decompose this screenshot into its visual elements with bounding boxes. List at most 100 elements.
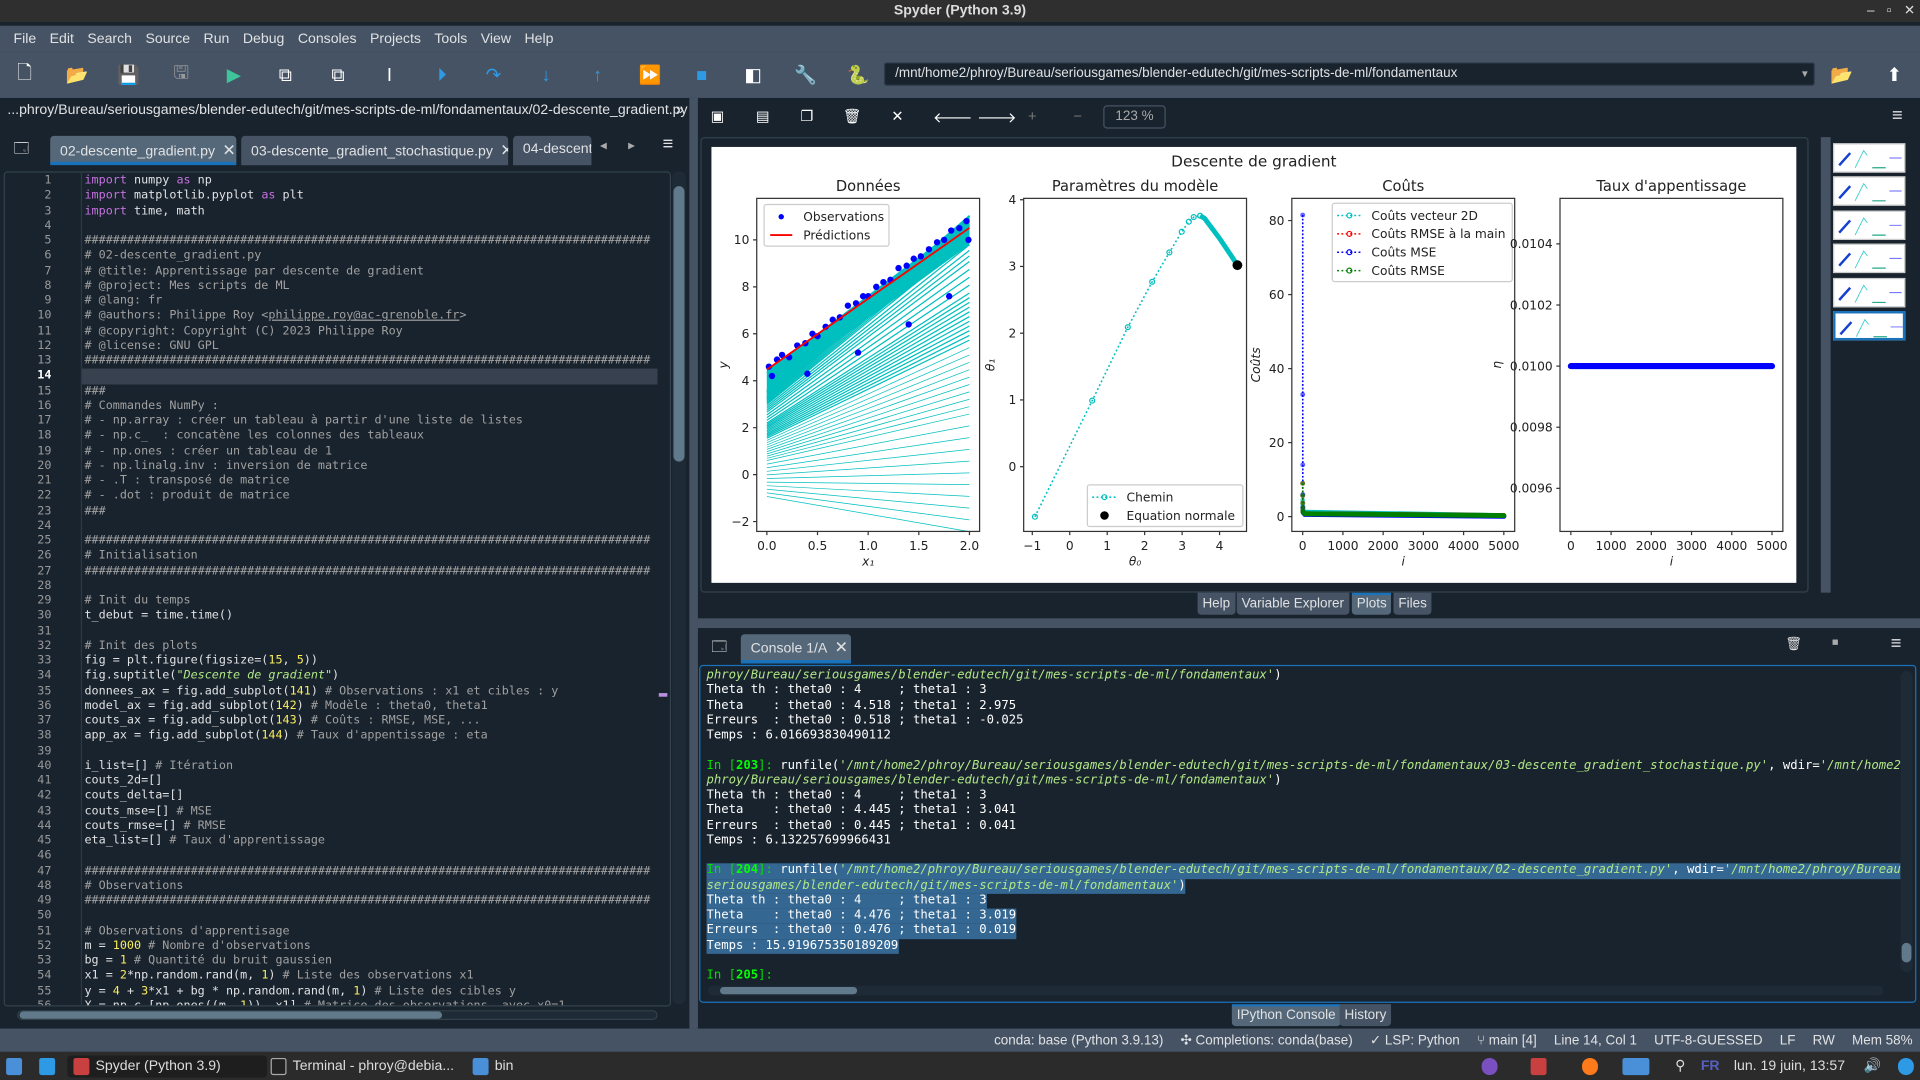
clear-console-icon[interactable]: 🗑 [1785,636,1802,652]
parent-directory-icon[interactable]: ⬆ [1881,61,1908,88]
run-selection-icon[interactable]: I [376,61,403,88]
spyder-launcher[interactable] [39,1056,56,1078]
console-pane-tab-ipython-console[interactable]: IPython Console [1231,1004,1341,1027]
run-cell-icon[interactable]: ⧉ [272,61,299,88]
status-conda-env[interactable]: conda: base (Python 3.9.13) [994,1033,1163,1048]
run-icon[interactable]: ▶ [220,61,247,88]
close-tab-icon[interactable]: ✕ [500,141,508,159]
status-lsp[interactable]: ✓ LSP: Python [1370,1032,1460,1048]
menu-file[interactable]: File [13,31,36,46]
pane-tab-files[interactable]: Files [1393,592,1432,615]
maximize-pane-icon[interactable]: ◧ [740,61,767,88]
menu-projects[interactable]: Projects [370,31,421,46]
menu-run[interactable]: Run [204,31,230,46]
menu-help[interactable]: Help [524,31,553,46]
code-editor[interactable]: 1 2 3 4 5 6 7 8 9 10 11 12 13 14 15 16 17 18 19 20 21 22 23 24 2… [3,171,672,1007]
taskbar-window-bin[interactable]: bin [472,1056,514,1078]
ipython-console-output[interactable]: phroy/Bureau/seriousgames/blender-edutec… [699,664,1917,1003]
editor-tab-04-descente[interactable]: 04-descent [513,135,592,166]
pane-tab-help[interactable]: Help [1197,592,1236,615]
continue-icon[interactable]: ⏩ [637,61,664,88]
editor-options-menu-icon[interactable]: ≡ [662,133,673,154]
tray-network[interactable]: ⚲ [1675,1056,1685,1078]
open-file-icon[interactable]: 📂 [64,61,91,88]
plot-thumbnail[interactable] [1833,143,1906,173]
new-file-icon[interactable]: 🗋 [11,61,38,88]
step-return-icon[interactable]: ↑ [584,61,611,88]
keyboard-layout[interactable]: FR [1701,1056,1720,1078]
save-plot-icon[interactable]: ▣ [708,108,728,125]
next-tab-icon[interactable]: ▸ [628,137,635,153]
preferences-icon[interactable]: 🔧 [792,61,819,88]
menu-source[interactable]: Source [145,31,190,46]
tray-workspaces[interactable] [1622,1056,1650,1078]
menu-edit[interactable]: Edit [50,31,74,46]
horizontal-splitter[interactable] [697,618,1920,629]
tray-firefox[interactable] [1582,1056,1598,1078]
path-more-icon[interactable]: » [676,99,684,122]
editor-tab-03-descente-gradient-stochastique[interactable]: 03-descente_gradient_stochastique.py ✕ [241,135,509,166]
editor-vertical-scroll-thumb[interactable] [673,186,685,462]
previous-tab-icon[interactable]: ◂ [600,137,607,153]
copy-plot-icon[interactable]: ❐ [797,108,817,125]
tray-spyder[interactable] [1530,1056,1547,1078]
step-icon[interactable]: ↷ [480,61,507,88]
tray-app[interactable] [1897,1056,1914,1078]
clock[interactable]: lun. 19 juin, 13:57 [1734,1056,1845,1078]
status-completions[interactable]: ✣ Completions: conda(base) [1180,1032,1352,1048]
console-tab[interactable]: Console 1/A ✕ [740,634,852,664]
code-text[interactable]: import numpy as np import matplotlib.pypl… [80,172,658,1006]
next-plot-icon[interactable]: 🡒 [977,108,1016,126]
plot-thumbnail[interactable] [1833,176,1906,207]
zoom-in-icon[interactable]: + [1022,108,1042,125]
stop-kernel-icon[interactable]: ■ [1832,636,1839,648]
pane-tab-plots[interactable]: Plots [1351,592,1392,615]
python-path-icon[interactable]: 🐍 [845,61,872,88]
pane-splitter[interactable] [689,97,698,1029]
menu-consoles[interactable]: Consoles [298,31,357,46]
close-tab-icon[interactable]: ✕ [222,141,235,159]
close-console-icon[interactable]: ✕ [835,638,848,656]
console-options-menu-icon[interactable]: ≡ [1891,633,1902,654]
console-horizontal-scroll-thumb[interactable] [720,986,858,995]
plot-thumbnail[interactable] [1833,277,1906,307]
step-into-icon[interactable]: ↓ [533,61,560,88]
taskbar-window-spyder[interactable]: Spyder (Python 3.9) [67,1055,267,1078]
save-all-icon[interactable]: 🖫 [168,61,195,88]
menu-tools[interactable]: Tools [434,31,467,46]
zoom-out-icon[interactable]: − [1068,108,1088,125]
pane-tab-variable-explorer[interactable]: Variable Explorer [1236,592,1349,615]
maximize-button[interactable]: ▫ [1887,0,1892,22]
plot-thumbnail[interactable] [1833,210,1906,240]
browse-consoles-icon[interactable]: 🗔 [711,636,727,662]
menu-search[interactable]: Search [87,31,132,46]
remove-all-plots-icon[interactable]: ✕ [888,108,908,125]
plots-options-menu-icon[interactable]: ≡ [1892,105,1903,126]
console-vertical-scrollbar[interactable] [1900,671,1913,973]
file-manager-launcher[interactable] [6,1056,23,1078]
tray-emacs[interactable] [1481,1056,1498,1078]
browse-directory-icon[interactable]: 📂 [1828,61,1855,88]
browse-tabs-icon[interactable]: 🗔 [13,137,29,163]
save-icon[interactable]: 💾 [115,61,142,88]
run-cell-advance-icon[interactable]: ⧉ [324,61,351,88]
working-directory-dropdown-icon[interactable]: ▼ [1800,62,1815,85]
plot-zoom-level[interactable]: 123 % [1103,105,1166,129]
editor-horizontal-scroll-thumb[interactable] [19,1011,443,1019]
debug-icon[interactable]: ⏵ [429,61,456,88]
save-all-plots-icon[interactable]: ▤ [753,108,773,125]
console-horizontal-scrollbar[interactable] [707,985,1884,996]
minimize-button[interactable]: – [1867,0,1875,22]
status-git-branch[interactable]: ⑂ main [4] [1477,1033,1537,1048]
previous-plot-icon[interactable]: 🡐 [933,108,972,126]
editor-tab-02-descente-gradient[interactable]: 02-descente_gradient.py ✕ [50,135,237,166]
plot-thumbnail[interactable] [1833,311,1906,341]
console-pane-tab-history[interactable]: History [1339,1004,1392,1027]
volume-icon[interactable]: 🔊 [1864,1056,1882,1078]
menu-view[interactable]: View [481,31,511,46]
stop-icon[interactable]: ■ [688,61,715,88]
working-directory-input[interactable]: /mnt/home2/phroy/Bureau/seriousgames/ble… [884,62,1815,86]
console-vertical-scroll-thumb[interactable] [1901,942,1912,963]
menu-debug[interactable]: Debug [243,31,284,46]
close-button[interactable]: ✕ [1904,0,1915,22]
